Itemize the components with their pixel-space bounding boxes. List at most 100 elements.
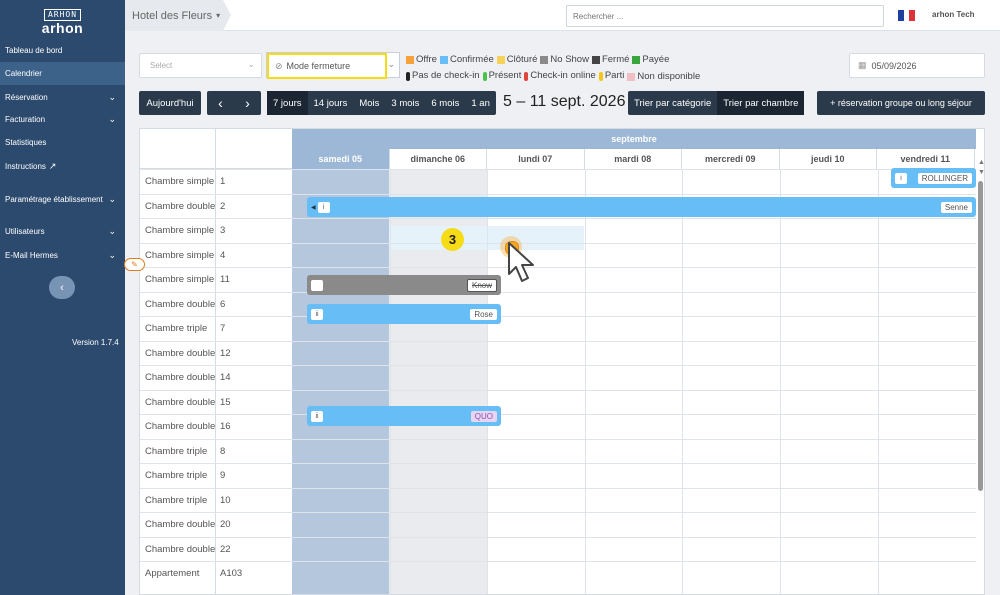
person-icon: i: [317, 201, 330, 213]
range-button[interactable]: 14 jours: [308, 91, 354, 115]
legend-item: Check-in online: [524, 69, 596, 83]
range-button[interactable]: 6 mois: [425, 91, 465, 115]
sidebar-item[interactable]: Tableau de bord: [0, 39, 125, 62]
room-row[interactable]: Chambre triple 7: [140, 316, 976, 341]
next-icon[interactable]: ›: [245, 95, 250, 111]
sort-by-room-button[interactable]: Trier par chambre: [717, 91, 805, 115]
category-select[interactable]: Select ⌄: [139, 53, 262, 78]
sidebar-item[interactable]: Instructions ↗: [0, 155, 125, 178]
scrollbar-thumb[interactable]: [978, 181, 983, 491]
legend-swatch: [632, 56, 641, 64]
legend-label: Présent: [488, 70, 522, 81]
room-type: Chambre double: [145, 519, 216, 531]
range-button[interactable]: Mois: [353, 91, 385, 115]
room-row[interactable]: Chambre simple 11: [140, 267, 976, 292]
room-type: Chambre double: [145, 396, 216, 408]
room-type: Chambre simple: [145, 225, 215, 237]
arrow-left-icon: ◀: [311, 204, 316, 211]
sidebar-item[interactable]: Calendrier: [0, 62, 125, 85]
room-row[interactable]: Chambre triple 9: [140, 463, 976, 488]
room-type: Chambre triple: [145, 470, 208, 482]
mode-select[interactable]: ⊘ Mode fermeture: [267, 53, 387, 79]
room-row[interactable]: Chambre double 20: [140, 512, 976, 537]
step-badge: 3: [441, 228, 464, 251]
cursor-icon: [508, 242, 534, 282]
person-status-icon: [524, 71, 529, 81]
scroll-up-icon[interactable]: ▲: [978, 159, 984, 166]
room-type: Chambre simple: [145, 274, 215, 286]
legend-swatch: [540, 56, 549, 64]
reservation-bar[interactable]: i ROLLINGER: [891, 168, 976, 188]
room-row[interactable]: Chambre triple 8: [140, 438, 976, 464]
sidebar-item-label: Tableau de bord: [5, 46, 63, 55]
today-button[interactable]: Aujourd'hui: [139, 91, 201, 115]
room-rows: Chambre simple 1 Chambre double 2 Chambre si…: [140, 169, 976, 586]
range-button[interactable]: 1 an: [465, 91, 496, 115]
room-header: [140, 129, 292, 169]
external-link-icon: ↗: [48, 161, 57, 171]
sidebar-item[interactable]: Paramétrage établissement ⌄: [0, 188, 125, 211]
room-number: 1: [220, 176, 226, 188]
french-flag-icon[interactable]: [898, 10, 916, 21]
reservation-bar[interactable]: ii QUO: [307, 406, 501, 426]
sidebar-item-label: Calendrier: [5, 69, 42, 78]
reservation-bar[interactable]: ii Rose: [307, 304, 501, 324]
reservation-bar[interactable]: Know: [307, 275, 501, 295]
room-row[interactable]: Chambre double 14: [140, 365, 976, 390]
room-row[interactable]: Appartement A103: [140, 561, 976, 586]
sidebar-item-label: Statistiques: [5, 138, 47, 147]
room-row[interactable]: Chambre double 12: [140, 340, 976, 366]
room-row[interactable]: Chambre double 16: [140, 414, 976, 439]
guest-name: ROLLINGER: [917, 172, 972, 184]
legend-swatch: [496, 56, 505, 64]
room-number: 14: [220, 372, 231, 384]
legend-item: Pas de check-in: [406, 69, 480, 83]
room-row[interactable]: Chambre simple 4: [140, 242, 976, 268]
room-number: 16: [220, 421, 231, 433]
legend-item: Offre: [406, 53, 437, 67]
room-row[interactable]: Chambre triple 10: [140, 487, 976, 513]
topbar: Hotel des Fleurs ▾ arhon Tech: [125, 0, 1000, 31]
logo-mark: ARHON: [43, 8, 82, 21]
room-row[interactable]: Chambre simple 1: [140, 169, 976, 194]
mode-select-wrapper[interactable]: ⊘ Mode fermeture ⌄: [266, 52, 400, 79]
app-logo[interactable]: ARHON arhon: [0, 0, 125, 40]
legend-label: Clôturé: [506, 54, 538, 65]
day-header-cell: lundi 07: [487, 149, 585, 169]
sidebar-item[interactable]: Réservation ⌄: [0, 86, 125, 109]
scroll-down-icon[interactable]: ▼: [978, 169, 984, 176]
search-input[interactable]: [566, 5, 884, 27]
sidebar-item-label: Instructions: [5, 162, 46, 171]
calendar-icon: ▦: [858, 60, 867, 70]
sort-by-category-button[interactable]: Trier par catégorie: [628, 91, 717, 115]
reservation-bar[interactable]: ◀ i Senne: [307, 197, 976, 217]
month-header: septembre: [292, 129, 976, 149]
cleaning-brush-icon[interactable]: ✎: [124, 258, 145, 271]
guest-name: Senne: [940, 201, 972, 213]
collapse-sidebar-button[interactable]: ‹: [49, 276, 75, 299]
room-type: Chambre simple: [145, 176, 215, 188]
sidebar-item[interactable]: Statistiques: [0, 131, 125, 154]
sidebar-item[interactable]: Utilisateurs ⌄: [0, 220, 125, 243]
room-number: 15: [220, 396, 231, 408]
sidebar-item[interactable]: Facturation ⌄: [0, 108, 125, 131]
room-row[interactable]: Chambre simple 3: [140, 218, 976, 243]
range-button[interactable]: 7 jours: [267, 91, 308, 115]
room-number: 8: [220, 445, 226, 457]
people-icon: ii: [311, 308, 323, 320]
hotel-select[interactable]: Hotel des Fleurs ▾: [125, 0, 231, 31]
day-header-cell: vendredi 11: [877, 149, 975, 169]
date-picker[interactable]: ▦ 05/09/2026: [849, 53, 985, 78]
sidebar: ARHON arhon Tableau de bord Calendrier Rés…: [0, 0, 125, 595]
prev-icon[interactable]: ‹: [218, 95, 223, 111]
legend-swatch: [406, 56, 414, 64]
group-reservation-button[interactable]: + réservation groupe ou long séjour: [817, 91, 985, 115]
room-row[interactable]: Chambre double 22: [140, 536, 976, 562]
range-button[interactable]: 3 mois: [385, 91, 425, 115]
room-type: Chambre double: [145, 200, 216, 212]
room-row[interactable]: Chambre double 15: [140, 389, 976, 415]
sidebar-item[interactable]: E-Mail Hermes ⌄: [0, 244, 125, 267]
room-number: 9: [220, 470, 226, 482]
user-name[interactable]: arhon Tech: [932, 10, 975, 19]
room-row[interactable]: Chambre double 6: [140, 291, 976, 317]
